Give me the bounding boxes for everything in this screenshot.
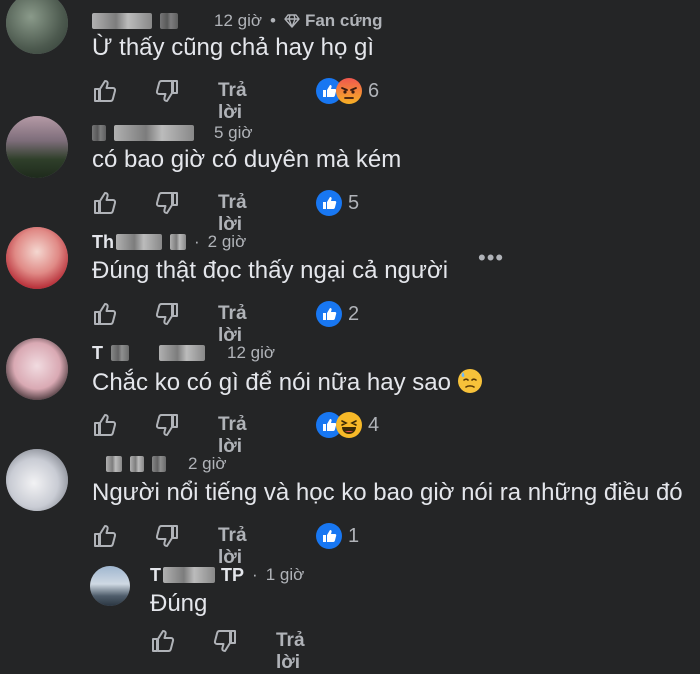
haha-reaction-icon: [336, 412, 362, 438]
comment-item: 5 giờ có bao giờ có duyên mà kém Trả lời…: [0, 112, 700, 235]
comment-text-content: Chắc ko có gì để nói nữa hay sao: [92, 369, 451, 396]
reply-meta: T TP · 1 giờ: [150, 562, 304, 588]
avatar[interactable]: [6, 116, 68, 178]
author-suffix[interactable]: TP: [221, 565, 244, 586]
comment-meta: 5 giờ: [92, 120, 253, 146]
comment-time[interactable]: 2 giờ: [188, 454, 227, 474]
reaction-count: 5: [348, 191, 360, 214]
separator-dot: •: [270, 11, 276, 30]
author-name-blur: [106, 456, 122, 472]
thumbs-down-icon[interactable]: [154, 412, 180, 438]
separator-dot: ·: [194, 232, 200, 251]
avatar[interactable]: [90, 566, 130, 606]
reaction-summary[interactable]: 1: [316, 523, 359, 549]
author-name[interactable]: [116, 234, 162, 250]
thumbs-down-icon[interactable]: [212, 628, 238, 654]
badge-label: Fan cứng: [304, 11, 383, 30]
fan-badge: Fan cứng: [284, 11, 382, 31]
like-reaction-icon: [316, 523, 342, 549]
comment-meta: 2 giờ: [92, 451, 227, 477]
thumbs-up-icon[interactable]: [92, 301, 118, 327]
reaction-summary[interactable]: 6: [316, 78, 379, 104]
thumbs-down-icon[interactable]: [154, 190, 180, 216]
thumbs-down-icon[interactable]: [154, 523, 180, 549]
avatar[interactable]: [6, 0, 68, 54]
author-initial[interactable]: Th: [92, 232, 114, 253]
author-name[interactable]: [130, 456, 144, 472]
comment-item: Th · 2 giờ ••• Đúng thật đọc thấy ngại c…: [0, 223, 700, 346]
comment-text: Chắc ko có gì để nói nữa hay sao: [92, 368, 483, 397]
author-name-blur: [111, 345, 129, 361]
comment-time[interactable]: 1 giờ: [266, 565, 305, 585]
author-name[interactable]: [163, 567, 215, 583]
author-name[interactable]: [92, 13, 152, 29]
comment-time[interactable]: 2 giờ: [208, 232, 247, 252]
thumbs-up-icon[interactable]: [92, 412, 118, 438]
comment-text: Đúng thật đọc thấy ngại cả người: [92, 257, 449, 284]
comment-meta: 12 giờ • Fan cứng: [92, 8, 382, 34]
reaction-count: 1: [348, 524, 360, 547]
comment-text: có bao giờ có duyên mà kém: [92, 146, 402, 173]
avatar[interactable]: [6, 338, 68, 400]
reaction-count: 2: [348, 302, 360, 325]
comment-item: T 12 giờ Chắc ko có gì để nói nữa hay sa…: [0, 334, 700, 457]
thumbs-up-icon[interactable]: [92, 78, 118, 104]
more-options-icon[interactable]: •••: [478, 245, 504, 271]
comment-meta: T 12 giờ: [92, 340, 275, 366]
thumbs-down-icon[interactable]: [154, 78, 180, 104]
avatar[interactable]: [6, 449, 68, 511]
thumbs-down-icon[interactable]: [154, 301, 180, 327]
comment-text: Người nổi tiếng và học ko bao giờ nói ra…: [92, 479, 683, 506]
author-name-blur: [170, 234, 186, 250]
comment-text: Ừ thấy cũng chả hay họ gì: [92, 34, 375, 61]
reply-item: T TP · 1 giờ Đúng Trả lời: [0, 556, 700, 673]
comment-item: 12 giờ • Fan cứng Ừ thấy cũng chả hay họ…: [0, 0, 700, 123]
reply-button[interactable]: Trả lời: [276, 630, 305, 674]
reaction-count: 6: [368, 79, 380, 102]
comment-item: 2 giờ Người nổi tiếng và học ko bao giờ …: [0, 445, 700, 568]
comment-time[interactable]: 5 giờ: [214, 123, 253, 143]
author-initial[interactable]: T: [92, 343, 103, 364]
downcast-sweat-emoji-icon: [457, 368, 483, 394]
author-name-blur: [160, 13, 178, 29]
author-initial[interactable]: T: [150, 565, 161, 586]
reaction-summary[interactable]: 2: [316, 301, 359, 327]
author-name-blur: [152, 456, 166, 472]
separator-dot: ·: [252, 565, 258, 584]
comment-time[interactable]: 12 giờ: [214, 11, 262, 31]
author-name-blur: [92, 125, 106, 141]
reaction-summary[interactable]: 4: [316, 412, 379, 438]
thumbs-up-icon[interactable]: [92, 523, 118, 549]
reaction-count: 4: [368, 413, 380, 436]
angry-reaction-icon: [336, 78, 362, 104]
avatar[interactable]: [6, 227, 68, 289]
comment-time[interactable]: 12 giờ: [227, 343, 275, 363]
reply-text: Đúng: [150, 590, 208, 617]
author-name[interactable]: [159, 345, 205, 361]
comment-meta: Th · 2 giờ: [92, 229, 246, 255]
reaction-summary[interactable]: 5: [316, 190, 359, 216]
like-reaction-icon: [316, 190, 342, 216]
thumbs-up-icon[interactable]: [92, 190, 118, 216]
author-name[interactable]: [114, 125, 194, 141]
thumbs-up-icon[interactable]: [150, 628, 176, 654]
diamond-icon: [284, 13, 300, 29]
like-reaction-icon: [316, 301, 342, 327]
